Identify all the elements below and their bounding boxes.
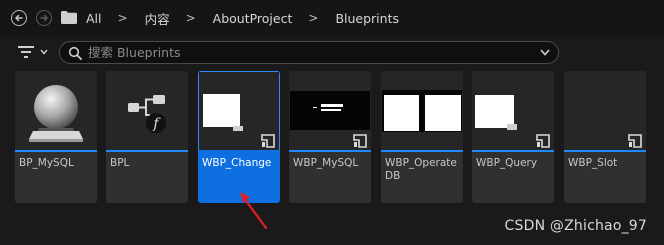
asset-tile-bpl[interactable]: f BPL xyxy=(106,71,188,203)
widget-blueprint-icon xyxy=(353,134,367,148)
chevron-down-icon[interactable] xyxy=(40,49,48,55)
breadcrumb-item-blueprints[interactable]: Blueprints xyxy=(335,11,399,26)
arrow-right-icon xyxy=(40,14,49,22)
asset-tile-bp-mysql[interactable]: BP_MySQL xyxy=(15,71,97,203)
widget-blueprint-icon xyxy=(536,134,550,148)
breadcrumb-item-content[interactable]: 内容 xyxy=(145,9,170,28)
widget-preview-element xyxy=(321,104,343,107)
asset-label: WBP_Change xyxy=(202,157,272,169)
widget-preview xyxy=(203,94,240,127)
widget-blueprint-icon xyxy=(628,134,642,148)
filter-icon[interactable] xyxy=(18,45,34,59)
asset-label: WBP_Query xyxy=(476,157,538,169)
sphere-icon xyxy=(29,85,83,142)
search-box[interactable] xyxy=(59,41,559,64)
folder-icon[interactable] xyxy=(61,11,77,24)
breadcrumb-separator[interactable]: > xyxy=(186,11,196,25)
asset-thumbnail xyxy=(472,71,554,150)
widget-blueprint-icon xyxy=(261,134,275,148)
breadcrumb-bar: All > 内容 > AboutProject > Blueprints xyxy=(0,0,664,36)
search-input[interactable] xyxy=(88,43,528,62)
widget-preview-element xyxy=(313,107,317,108)
asset-type-bar xyxy=(564,150,646,152)
asset-type-bar xyxy=(15,150,97,152)
asset-type-bar xyxy=(106,150,188,152)
asset-label: WBP_Operate DB xyxy=(385,157,457,182)
asset-label: BPL xyxy=(110,157,130,169)
watermark: CSDN @Zhichao_97 xyxy=(504,218,647,234)
widget-preview-button xyxy=(233,126,243,131)
asset-thumbnail xyxy=(198,71,280,150)
asset-tile-wbp-mysql[interactable]: WBP_MySQL xyxy=(289,71,371,203)
breadcrumb-separator[interactable]: > xyxy=(308,11,318,25)
asset-tile-wbp-query[interactable]: WBP_Query xyxy=(472,71,554,203)
breadcrumb-separator[interactable]: > xyxy=(118,11,128,25)
asset-tile-wbp-change[interactable]: WBP_Change xyxy=(198,71,280,203)
breadcrumb: All > 内容 > AboutProject > Blueprints xyxy=(86,0,399,36)
asset-label: WBP_Slot xyxy=(568,157,618,169)
widget-preview-button xyxy=(507,124,517,130)
back-button[interactable] xyxy=(11,10,27,26)
widget-preview-element xyxy=(321,109,341,111)
function-library-icon: f xyxy=(128,95,166,133)
filter-row xyxy=(0,40,664,66)
forward-button[interactable] xyxy=(36,10,52,26)
breadcrumb-item-all[interactable]: All xyxy=(86,11,102,26)
asset-label: BP_MySQL xyxy=(19,157,74,169)
asset-thumbnail: f xyxy=(106,71,188,150)
asset-label: WBP_MySQL xyxy=(293,157,359,169)
asset-type-bar xyxy=(472,150,554,152)
arrow-left-icon xyxy=(14,14,23,22)
widget-preview-panel xyxy=(384,95,419,131)
asset-type-bar xyxy=(289,150,371,152)
asset-thumbnail xyxy=(289,71,371,150)
asset-tile-wbp-operate-db[interactable]: WBP_Operate DB xyxy=(381,71,463,203)
asset-tile-wbp-slot[interactable]: WBP_Slot xyxy=(564,71,646,203)
asset-thumbnail xyxy=(15,71,97,150)
search-icon xyxy=(68,46,82,60)
asset-thumbnail xyxy=(564,71,646,150)
asset-thumbnail xyxy=(381,71,463,150)
breadcrumb-item-aboutproject[interactable]: AboutProject xyxy=(213,11,293,26)
widget-preview-panel xyxy=(425,95,461,131)
chevron-down-icon[interactable] xyxy=(540,49,550,56)
asset-type-bar xyxy=(381,150,463,152)
annotation-arrow-icon xyxy=(240,192,268,230)
